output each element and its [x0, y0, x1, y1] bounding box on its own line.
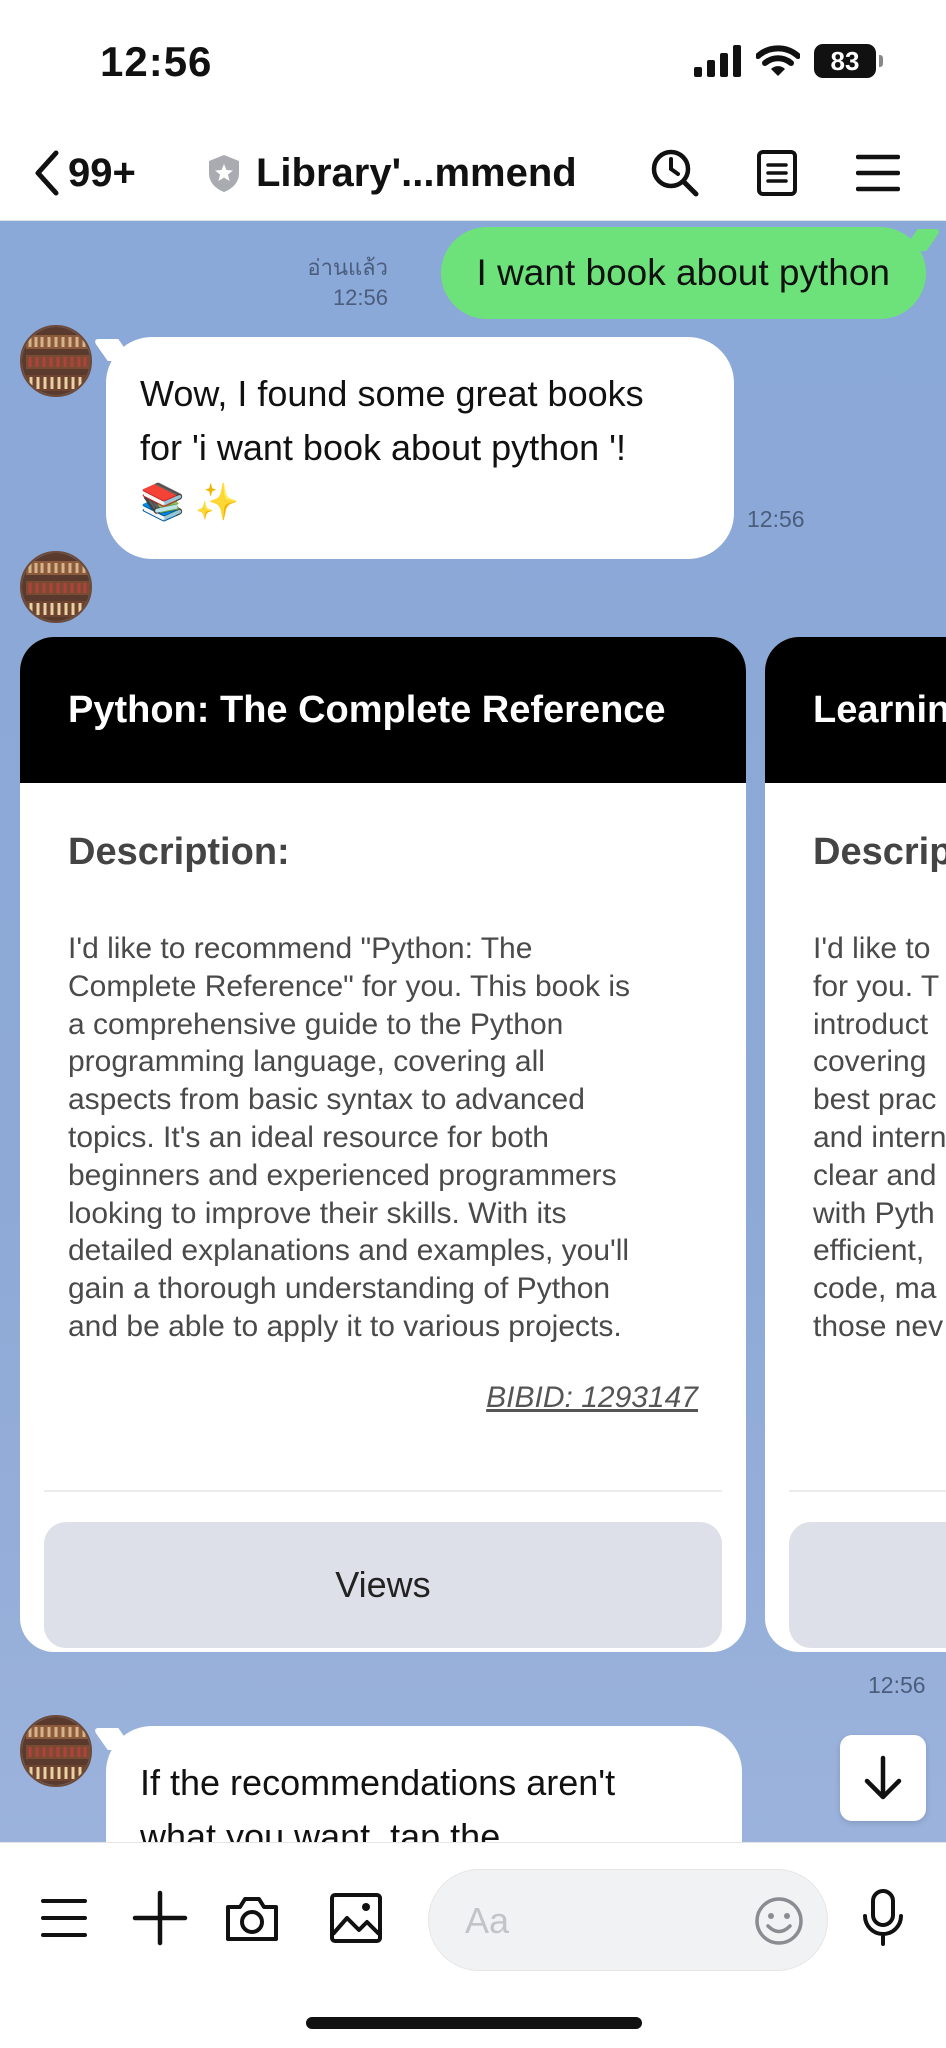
book-card[interactable]: Learnin Descrip I'd like to for you. T i…	[765, 637, 946, 1652]
search-clock-icon	[651, 149, 699, 197]
voice-button[interactable]	[853, 1883, 913, 1953]
status-time: 12:56	[100, 38, 213, 85]
message-time: 12:56	[747, 506, 805, 532]
camera-icon	[226, 1897, 278, 1941]
arrow-down-icon	[864, 1755, 902, 1800]
read-label: อ่านแล้ว	[307, 255, 388, 280]
chat-area[interactable]: อ่านแล้ว 12:56 I want book about python …	[0, 221, 946, 1842]
status-icons: 83	[694, 44, 883, 78]
camera-button[interactable]	[222, 1883, 282, 1953]
chat-title: Library'...mmend	[256, 150, 577, 195]
incoming-message-line: Wow, I found some great books	[140, 373, 644, 414]
incoming-message-line: for 'i want book about python '!	[140, 427, 627, 468]
emoji-icon[interactable]	[753, 1895, 805, 1947]
bookshelf-avatar-icon	[22, 553, 90, 621]
status-bar: 12:56 83	[0, 0, 946, 125]
views-button[interactable]: Views	[44, 1522, 722, 1648]
wifi-icon	[756, 45, 800, 76]
cellular-signal-icon	[694, 45, 741, 77]
shield-icon	[209, 155, 239, 192]
keyboard-menu-button[interactable]	[34, 1883, 94, 1953]
microphone-icon	[863, 1889, 903, 1946]
card-bibid-link[interactable]: BIBID: 1293147	[486, 1381, 698, 1415]
book-card[interactable]: Python: The Complete Reference Descripti…	[20, 637, 746, 1652]
home-indicator	[306, 2017, 642, 2029]
image-icon	[330, 1893, 382, 1943]
menu-button[interactable]	[848, 143, 908, 203]
card-divider	[789, 1490, 946, 1492]
chevron-left-icon	[35, 150, 59, 196]
message-input-container[interactable]	[428, 1869, 828, 1971]
chat-header: 99+ Library'...mmend	[0, 125, 946, 221]
message-time: 12:56	[332, 285, 388, 310]
bot-avatar[interactable]	[20, 1715, 92, 1787]
card-title: Learnin	[765, 637, 946, 783]
card-description-label: Description:	[68, 831, 290, 873]
notes-button[interactable]	[747, 143, 807, 203]
bookshelf-avatar-icon	[22, 1717, 90, 1785]
emoji-line: 📚 ✨	[140, 481, 240, 522]
card-divider	[44, 1490, 722, 1492]
scroll-down-button[interactable]	[840, 1735, 926, 1821]
battery-indicator: 83	[814, 44, 883, 78]
incoming-message[interactable]: Wow, I found some great books for 'i wan…	[106, 337, 734, 559]
card-description-label: Descrip	[813, 831, 946, 873]
views-button[interactable]	[789, 1522, 946, 1648]
input-bar	[0, 1842, 946, 2048]
back-button[interactable]: 99+	[30, 143, 136, 203]
search-button[interactable]	[645, 143, 705, 203]
bookshelf-avatar-icon	[22, 327, 90, 395]
card-description: I'd like to for you. T introduct coverin…	[813, 932, 946, 1343]
card-description: I'd like to recommend "Python: The Compl…	[68, 932, 631, 1343]
menu-icon	[856, 154, 900, 192]
incoming-message-line: If the recommendations aren't	[140, 1762, 616, 1803]
chat-title-area[interactable]: Library'...mmend	[206, 143, 577, 203]
bot-avatar[interactable]	[20, 551, 92, 623]
plus-icon	[132, 1890, 188, 1946]
unread-count: 99+	[68, 150, 136, 195]
incoming-message[interactable]: If the recommendations aren't what you w…	[106, 1726, 742, 1842]
gallery-button[interactable]	[326, 1883, 386, 1953]
incoming-message-line: what you want, tap the	[140, 1816, 501, 1842]
message-input[interactable]	[465, 1896, 715, 1946]
outgoing-message[interactable]: I want book about python	[440, 227, 926, 319]
message-time: 12:56	[868, 1672, 926, 1698]
add-button[interactable]	[130, 1883, 190, 1953]
read-receipt: อ่านแล้ว 12:56	[307, 253, 388, 313]
bot-avatar[interactable]	[20, 325, 92, 397]
notes-icon	[757, 150, 797, 196]
outgoing-message-text: I want book about python	[476, 252, 890, 293]
menu-icon	[41, 1899, 87, 1937]
card-title: Python: The Complete Reference	[20, 637, 746, 783]
